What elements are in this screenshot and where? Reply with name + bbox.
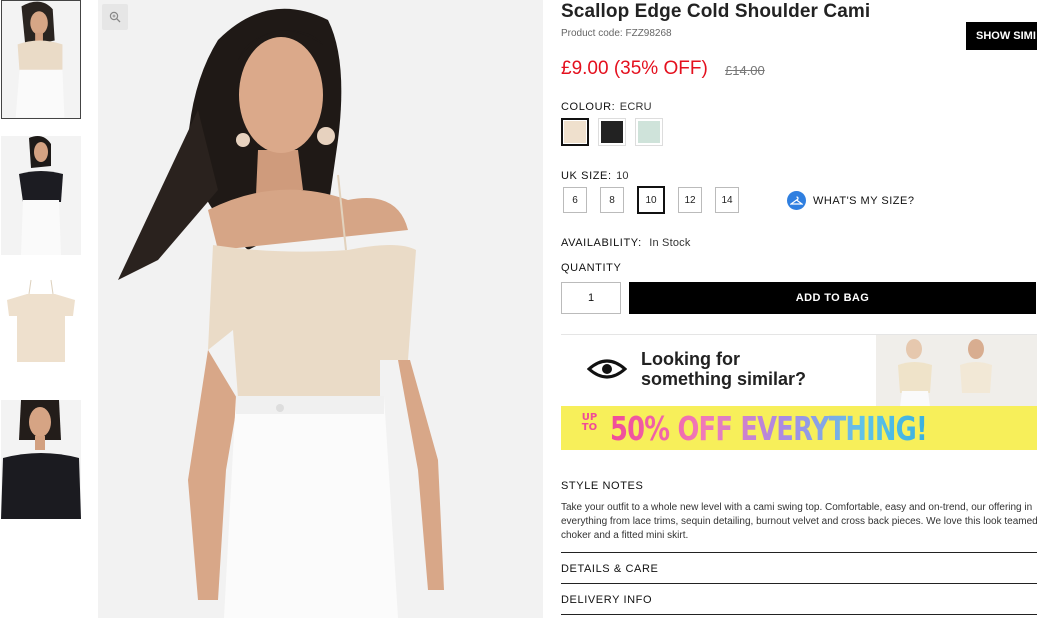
similar-items-banner[interactable]: Looking for something similar? [561, 334, 1037, 406]
sale-price: £9.00 (35% OFF) [561, 58, 708, 79]
magnifier-icon [109, 11, 121, 23]
colour-selection-label: COLOUR: ECRU [561, 97, 652, 115]
thumbnail-black[interactable] [1, 136, 81, 255]
divider [561, 552, 1037, 553]
availability: AVAILABILITY: In Stock [561, 233, 691, 251]
size-option-14[interactable]: 14 [715, 187, 739, 213]
size-option-12[interactable]: 12 [678, 187, 702, 213]
style-notes-line-3: choker and a fitted mini skirt. [561, 530, 689, 541]
quantity-input[interactable]: 1 [561, 282, 621, 314]
size-label: UK SIZE: [561, 170, 612, 182]
hanger-icon [787, 191, 806, 210]
style-notes-line-1: Take your outfit to a whole new level wi… [561, 502, 1033, 513]
colour-swatches [561, 118, 663, 146]
promo-banner[interactable]: UP TO 50% OFF EVERYTHING! [561, 406, 1037, 450]
style-notes-text: Take your outfit to a whole new level wi… [561, 501, 1037, 543]
original-price: £14.00 [725, 63, 765, 78]
show-similar-button[interactable]: SHOW SIMI [966, 22, 1037, 50]
thumbnail-black-image [1, 136, 81, 255]
thumbnail-front-image [2, 1, 80, 118]
availability-label: AVAILABILITY: [561, 237, 642, 249]
thumbnail-front[interactable] [1, 0, 81, 119]
swatch-mint-fill [638, 121, 660, 143]
details-care-accordion[interactable]: DETAILS & CARE [561, 563, 658, 575]
product-code: Product code: FZZ98268 [561, 28, 672, 39]
size-option-10[interactable]: 10 [637, 186, 665, 214]
promo-upto: UP TO [581, 412, 598, 433]
whats-my-size-link[interactable]: WHAT'S MY SIZE? [787, 191, 914, 210]
size-option-8[interactable]: 8 [600, 187, 624, 213]
promo-text: 50% OFF EVERYTHING! [609, 408, 928, 448]
size-options: 6 8 10 12 14 [563, 186, 752, 214]
main-product-image[interactable] [98, 0, 543, 618]
similar-text: Looking for something similar? [641, 349, 806, 389]
eye-icon [587, 359, 627, 379]
swatch-mint[interactable] [635, 118, 663, 146]
thumbnail-closeup[interactable] [1, 400, 81, 519]
swatch-ecru-fill [564, 121, 586, 143]
colour-value: ECRU [619, 101, 652, 113]
style-notes-heading: STYLE NOTES [561, 480, 644, 492]
swatch-black-fill [601, 121, 623, 143]
thumbnail-flat[interactable] [1, 270, 81, 389]
zoom-button[interactable] [102, 4, 128, 30]
delivery-info-accordion[interactable]: DELIVERY INFO [561, 594, 652, 606]
similar-preview-images [876, 335, 1037, 406]
style-notes-line-2: everything from lace trims, sequin detai… [561, 516, 1037, 527]
size-option-6[interactable]: 6 [563, 187, 587, 213]
similar-text-line1: Looking for [641, 349, 740, 369]
colour-label: COLOUR: [561, 101, 616, 113]
product-title: Scallop Edge Cold Shoulder Cami [561, 1, 871, 22]
model-illustration [98, 0, 543, 618]
thumbnail-closeup-image [1, 400, 81, 519]
divider [561, 614, 1037, 615]
swatch-black[interactable] [598, 118, 626, 146]
size-selection-label: UK SIZE: 10 [561, 166, 629, 184]
availability-value: In Stock [649, 237, 691, 249]
add-to-bag-button[interactable]: ADD TO BAG [629, 282, 1036, 314]
divider [561, 583, 1037, 584]
quantity-label: QUANTITY [561, 262, 622, 274]
thumbnail-flat-image [1, 270, 81, 389]
whats-my-size-label: WHAT'S MY SIZE? [813, 194, 915, 207]
similar-text-line2: something similar? [641, 369, 807, 389]
similar-preview-illustration [876, 335, 1037, 406]
swatch-ecru[interactable] [561, 118, 589, 146]
size-value: 10 [616, 170, 629, 182]
